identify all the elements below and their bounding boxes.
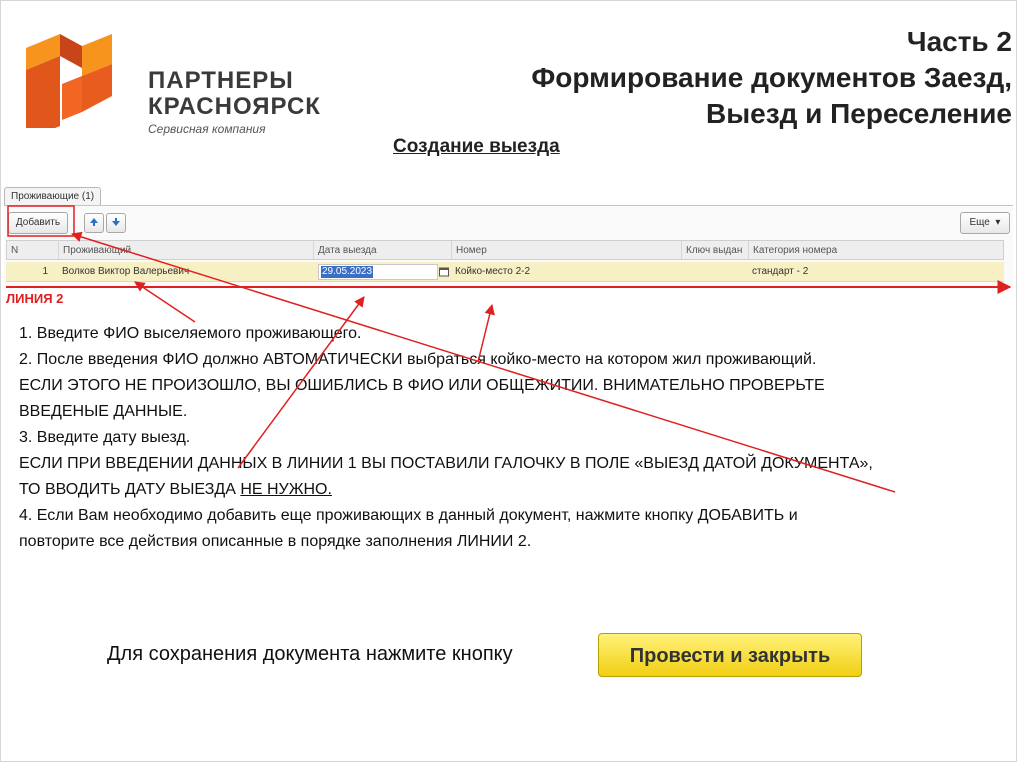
tab-residents[interactable]: Проживающие (1) <box>4 187 102 206</box>
step-3c-text: ТО ВВОДИТЬ ДАТУ ВЫЕЗДА <box>19 481 241 498</box>
resident-cell[interactable]: Волков Виктор Валерьевич <box>58 262 313 281</box>
key-issued-cell[interactable] <box>681 262 748 281</box>
title-line-2: Формирование документов Заезд, <box>531 62 1012 93</box>
step-2c: ВВЕДЕНЫЕ ДАННЫЕ. <box>19 403 188 420</box>
room-category-cell[interactable]: стандарт - 2 <box>748 262 1004 281</box>
line-2-label: ЛИНИЯ 2 <box>6 291 64 306</box>
step-3c: ТО ВВОДИТЬ ДАТУ ВЫЕЗДА НЕ НУЖНО. <box>19 477 1009 503</box>
step-2b: ЕСЛИ ЭТОГО НЕ ПРОИЗОШЛО, ВЫ ОШИБЛИСЬ В Ф… <box>19 377 825 394</box>
step-1: 1. Введите ФИО выселяемого проживающего. <box>19 325 362 342</box>
more-button[interactable]: Еще ▾ <box>960 212 1010 234</box>
more-button-label: Еще <box>969 217 990 228</box>
logo-line2: КРАСНОЯРСК <box>148 93 321 120</box>
section-subtitle: Создание выезда <box>393 136 560 157</box>
column-checkout-date[interactable]: Дата выезда <box>314 241 452 259</box>
table-header: N Проживающий Дата выезда Номер Ключ выд… <box>6 240 1004 260</box>
arrow-down-icon <box>112 218 120 226</box>
column-resident[interactable]: Проживающий <box>59 241 314 259</box>
step-4a: 4. Если Вам необходимо добавить еще прож… <box>19 507 798 524</box>
arrow-up-icon <box>90 218 98 226</box>
table-row[interactable]: 1 Волков Виктор Валерьевич 29.05.2023 Ко… <box>6 262 1004 282</box>
post-and-close-button[interactable]: Провести и закрыть <box>598 633 862 677</box>
column-room[interactable]: Номер <box>452 241 682 259</box>
step-4b: повторите все действия описанные в поряд… <box>19 533 532 550</box>
step-3c-emphasis: НЕ НУЖНО. <box>240 481 332 498</box>
company-logo: ПАРТНЕРЫ КРАСНОЯРСК Сервисная компания <box>20 28 320 140</box>
title-line-3: Выезд и Переселение <box>705 98 1012 129</box>
logo-mark-icon <box>26 34 112 140</box>
logo-line1: ПАРТНЕРЫ <box>148 67 294 94</box>
save-hint-text: Для сохранения документа нажмите кнопку <box>107 643 513 665</box>
title-line-1: Часть 2 <box>906 26 1012 57</box>
row-number: 1 <box>42 266 48 277</box>
move-up-button[interactable] <box>84 213 104 233</box>
step-3b: ЕСЛИ ПРИ ВВЕДЕНИИ ДАННЫХ В ЛИНИИ 1 ВЫ ПО… <box>19 455 873 472</box>
chevron-down-icon: ▾ <box>992 217 1001 228</box>
page-title: Часть 2 Формирование документов Заезд, В… <box>531 24 1012 132</box>
step-3: 3. Введите дату выезд. <box>19 429 191 446</box>
column-key-issued[interactable]: Ключ выдан <box>682 241 749 259</box>
calendar-icon[interactable] <box>438 265 450 279</box>
room-cell[interactable]: Койко-место 2-2 <box>451 262 681 281</box>
add-button[interactable]: Добавить <box>8 212 68 234</box>
move-down-button[interactable] <box>106 213 126 233</box>
logo-subtitle: Сервисная компания <box>148 122 266 136</box>
checkout-date-input[interactable]: 29.05.2023 <box>318 264 438 280</box>
step-2a: 2. После введения ФИО должно АВТОМАТИЧЕС… <box>19 351 817 368</box>
instructions-text: 1. Введите ФИО выселяемого проживающего.… <box>19 321 1009 555</box>
column-n[interactable]: N <box>7 241 59 259</box>
checkout-date-value: 29.05.2023 <box>321 266 374 278</box>
column-room-category[interactable]: Категория номера <box>749 241 1005 259</box>
